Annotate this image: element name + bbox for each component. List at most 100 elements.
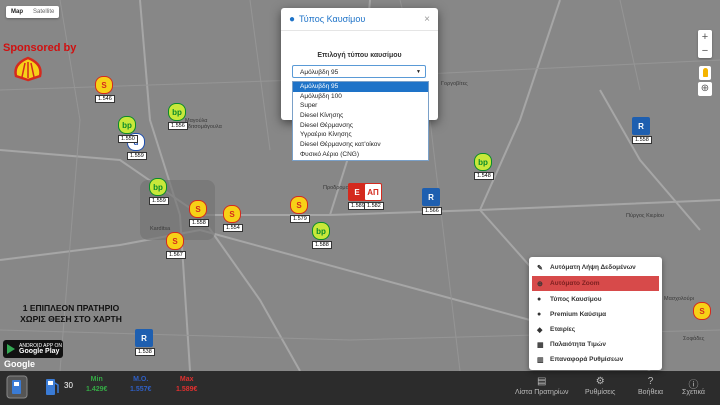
- nav-label: Βοήθεια: [638, 389, 664, 396]
- menu-item-auto-zoom[interactable]: ⊕ Αυτόματο Zoom: [532, 276, 659, 291]
- google-play-icon: [7, 344, 15, 354]
- sponsored-label: Sponsored by: [3, 42, 77, 54]
- place-label: Γοργοβίτες: [441, 81, 468, 87]
- help-icon: ?: [647, 376, 654, 387]
- bp-icon: bp: [474, 153, 492, 171]
- station-price: 1.546: [95, 95, 115, 103]
- menu-item-companies[interactable]: ◆ Εταιρίες: [529, 322, 662, 337]
- fuel-option[interactable]: Diesel Θέρμανσης: [293, 121, 428, 131]
- place-label: Μασχολούρι: [664, 296, 694, 302]
- modal-header: ● Τύπος Καυσίμου ×: [281, 8, 438, 31]
- station-marker[interactable]: bp 1.559: [149, 178, 169, 205]
- bp-icon: bp: [168, 103, 186, 121]
- menu-item-premium-fuel[interactable]: ● Premium Καύσιμα: [529, 307, 662, 322]
- menu-item-label: Εταιρίες: [550, 326, 576, 333]
- place-label: Πύργος Κιερίου: [626, 213, 664, 219]
- shell-icon: S: [290, 196, 308, 214]
- station-price: 1.567: [166, 251, 186, 259]
- nav-settings[interactable]: ⚙ Ρυθμίσεις: [585, 376, 615, 396]
- station-marker[interactable]: S 1.579: [290, 196, 310, 223]
- station-marker[interactable]: S: [693, 302, 711, 320]
- gear-icon: ⚙: [595, 376, 605, 387]
- shell-sponsor-logo-icon[interactable]: [12, 56, 44, 82]
- bp-icon: bp: [149, 178, 167, 196]
- avg-label: M.O.: [133, 376, 149, 383]
- station-marker[interactable]: bp 1.556: [168, 103, 188, 130]
- fuel-option[interactable]: Αμόλυβδη 100: [293, 92, 428, 102]
- station-marker[interactable]: S 1.546: [95, 76, 115, 103]
- revoil-icon: R: [422, 188, 440, 206]
- menu-item-fuel-type[interactable]: ● Τύπος Καυσίμου: [529, 292, 662, 307]
- fuel-option[interactable]: Super: [293, 101, 428, 111]
- avg-value: 1.557€: [130, 386, 152, 393]
- bp-icon: bp: [118, 116, 136, 134]
- station-price: 1.558: [632, 136, 652, 144]
- avg-price: M.O. 1.557€: [130, 376, 151, 393]
- list-icon: ▤: [537, 376, 547, 387]
- revoil-icon: R: [135, 329, 153, 347]
- fuel-option[interactable]: Υγραέριο Κίνησης: [293, 130, 428, 140]
- menu-item-price-age[interactable]: ▦ Παλαιότητα Τιμών: [529, 337, 662, 352]
- place-label: Σοφάδες: [683, 336, 705, 342]
- menu-item-reset-settings[interactable]: ▥ Επαναφορά Ρυθμίσεων: [529, 352, 662, 367]
- nav-label: Ρυθμίσεις: [585, 389, 616, 396]
- station-marker[interactable]: R 1.558: [632, 117, 652, 144]
- calendar-icon: ▦: [537, 341, 544, 349]
- fuel-select-value: Αμόλυβδη 95: [300, 69, 339, 76]
- menu-item-label: Παλαιότητα Τιμών: [550, 341, 606, 348]
- fuel-option[interactable]: Diesel Θέρμανσης κατ'οίκον: [293, 140, 428, 150]
- station-price: 1.588: [312, 241, 332, 249]
- station-marker[interactable]: S 1.554: [223, 205, 243, 232]
- modal-title: Τύπος Καυσίμου: [299, 14, 366, 24]
- tag-icon: ◆: [537, 326, 543, 334]
- max-label: Max: [179, 376, 194, 383]
- menu-item-label: Αυτόματη Λήψη Δεδομένων: [550, 264, 636, 271]
- ap-brand-icon: ΑΠ: [364, 183, 382, 201]
- map-type-map[interactable]: Map: [6, 6, 28, 18]
- settings-menu: ✎ Αυτόματη Λήψη Δεδομένων ⊕ Αυτόματο Zoom …: [529, 257, 662, 370]
- station-marker[interactable]: S 1.567: [166, 232, 186, 259]
- promo-line-2: ΧΩΡΙΣ ΘΕΣΗ ΣΤΟ ΧΑΡΤΗ: [20, 314, 122, 324]
- station-price: 1.558: [189, 219, 209, 227]
- app-logo-icon[interactable]: [6, 375, 28, 399]
- nav-about[interactable]: ⓘ Σχετικά: [682, 376, 705, 396]
- station-marker[interactable]: bp 1.550: [118, 116, 138, 143]
- street-view-pegman-icon[interactable]: [699, 66, 711, 80]
- my-location-icon[interactable]: ⊕: [698, 82, 712, 96]
- station-price: 1.579: [290, 215, 310, 223]
- shell-icon: S: [693, 302, 711, 320]
- station-marker[interactable]: R 1.566: [422, 188, 442, 215]
- fuel-option[interactable]: Φυσικό Αέριο (CNG): [293, 150, 428, 160]
- fuel-type-select[interactable]: Αμόλυβδη 95 ▼: [292, 65, 426, 78]
- station-marker[interactable]: bp 1.548: [474, 153, 494, 180]
- station-marker[interactable]: ΑΠ 1.582: [364, 183, 384, 210]
- station-marker[interactable]: bp 1.588: [312, 222, 332, 249]
- info-icon: ⓘ: [688, 380, 699, 391]
- google-play-badge[interactable]: ANDROID APP ON Google Play: [3, 340, 63, 358]
- min-price: Min 1.429€: [86, 376, 107, 393]
- shell-icon: S: [223, 205, 241, 223]
- station-price: 1.554: [223, 224, 243, 232]
- station-marker[interactable]: R 1.538: [135, 329, 155, 356]
- nav-help[interactable]: ? Βοήθεια: [638, 376, 663, 396]
- zoom-out-button[interactable]: −: [698, 44, 712, 58]
- close-icon[interactable]: ×: [424, 14, 430, 25]
- extra-station-notice: 1 ΕΠΙΠΛΕΟΝ ΠΡΑΤΗΡΙΟ ΧΩΡΙΣ ΘΕΣΗ ΣΤΟ ΧΑΡΤΗ: [6, 303, 136, 325]
- fuel-option[interactable]: Diesel Κίνησης: [293, 111, 428, 121]
- station-price: 1.550: [118, 135, 138, 143]
- fuel-option[interactable]: Αμόλυβδη 95: [293, 82, 428, 92]
- nav-station-list[interactable]: ▤ Λίστα Πρατηρίων: [515, 376, 568, 396]
- station-marker[interactable]: S 1.558: [189, 200, 209, 227]
- menu-item-label: Premium Καύσιμα: [550, 311, 607, 318]
- station-price: 1.559: [149, 197, 169, 205]
- nav-label: Λίστα Πρατηρίων: [515, 389, 569, 396]
- shell-icon: S: [95, 76, 113, 94]
- zoom-in-button[interactable]: +: [698, 30, 712, 44]
- menu-item-label: Επαναφορά Ρυθμίσεων: [550, 356, 624, 363]
- menu-item-auto-data[interactable]: ✎ Αυτόματη Λήψη Δεδομένων: [529, 260, 662, 275]
- menu-item-label: Αυτόματο Zoom: [550, 280, 600, 287]
- station-price: 1.566: [422, 207, 442, 215]
- nav-label: Σχετικά: [682, 389, 705, 396]
- shell-icon: S: [166, 232, 184, 250]
- map-type-satellite[interactable]: Satellite: [28, 6, 59, 18]
